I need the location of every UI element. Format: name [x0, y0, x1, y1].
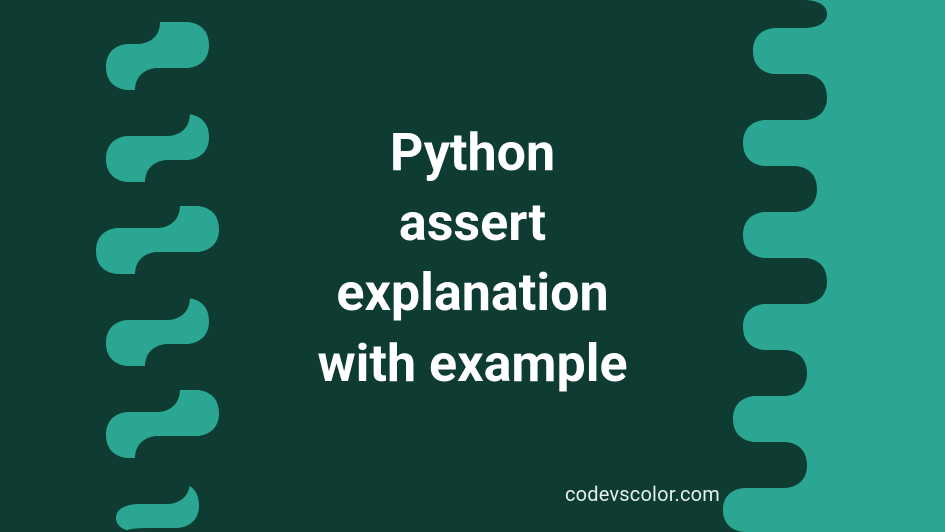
banner-stage: Python assert explanation with example c…: [0, 0, 945, 532]
banner-title: Python assert explanation with example: [0, 118, 945, 399]
title-container: Python assert explanation with example: [0, 118, 945, 399]
watermark-text: codevscolor.com: [565, 482, 720, 506]
